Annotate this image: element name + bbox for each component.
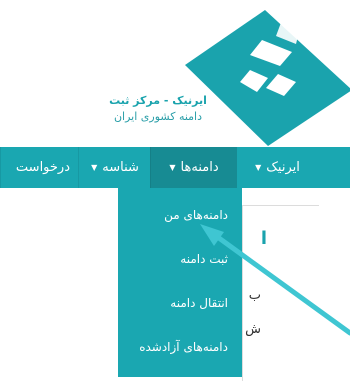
caret-down-icon: ▼ <box>91 163 98 172</box>
nav-label: درخواست <box>15 160 70 175</box>
content-heading: ا <box>260 228 267 249</box>
irnic-logo-icon <box>185 10 350 146</box>
logo[interactable]: ایرنیک - مرکز ثبت دامنه کشوری ایران <box>0 0 350 146</box>
nav-label: شناسه <box>102 160 139 175</box>
content-panel: ا ب ش <box>242 205 319 381</box>
dropdown-item-register-domain[interactable]: ثبت دامنه <box>118 252 228 266</box>
content-line: ش <box>245 322 261 337</box>
nav-item-request[interactable]: درخواست <box>0 147 78 188</box>
main-navbar: ایرنیک ▼ دامنه‌ها ▼ شناسه ▼ درخواست <box>0 147 350 188</box>
dropdown-item-transfer-domain[interactable]: انتقال دامنه <box>118 296 228 310</box>
domains-dropdown: دامنه‌های من ثبت دامنه انتقال دامنه دامن… <box>118 188 242 377</box>
dropdown-item-my-domains[interactable]: دامنه‌های من <box>118 208 228 222</box>
navbar-edge <box>317 147 350 188</box>
caret-down-icon: ▼ <box>169 163 176 172</box>
logo-title: ایرنیک - مرکز ثبت <box>109 94 207 107</box>
content-line: ب <box>248 288 261 303</box>
nav-item-identifier[interactable]: شناسه ▼ <box>78 147 151 188</box>
nav-item-irnic[interactable]: ایرنیک ▼ <box>236 147 318 188</box>
nav-item-domains[interactable]: دامنه‌ها ▼ <box>150 147 237 188</box>
nav-label: دامنه‌ها <box>180 160 219 175</box>
caret-down-icon: ▼ <box>255 163 262 172</box>
dropdown-item-released-domains[interactable]: دامنه‌های آزادشده <box>118 340 228 354</box>
nav-label: ایرنیک <box>266 160 300 175</box>
logo-subtitle: دامنه کشوری ایران <box>113 110 203 123</box>
